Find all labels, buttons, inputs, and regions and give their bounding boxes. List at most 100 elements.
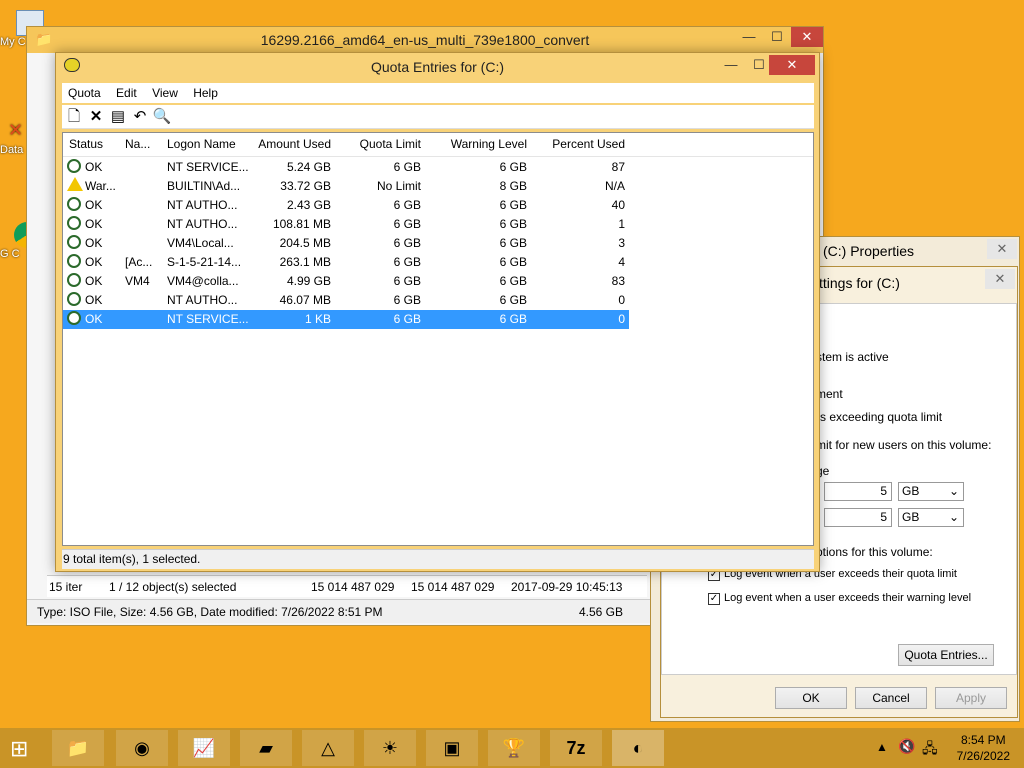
close-button[interactable]: ✕ bbox=[769, 55, 815, 75]
desktop-icon-label: Data bbox=[0, 144, 24, 156]
warning-level-cell: 6 GB bbox=[499, 217, 527, 231]
show-hidden-icons-icon[interactable]: ▲ bbox=[876, 740, 888, 754]
status-text: stem is active bbox=[816, 350, 889, 364]
management-text: ment bbox=[816, 387, 843, 401]
cancel-button[interactable]: Cancel bbox=[855, 687, 927, 709]
network-icon[interactable]: 🖧 bbox=[922, 738, 938, 762]
file-explorer-icon[interactable]: 📁 bbox=[52, 730, 104, 766]
status-cell: OK bbox=[85, 236, 103, 250]
warning-level-cell: 6 GB bbox=[499, 312, 527, 326]
chevron-down-icon: ⌄ bbox=[948, 510, 959, 524]
column-header-status[interactable]: Status bbox=[69, 137, 119, 151]
limit-value-input[interactable]: 5 bbox=[824, 482, 892, 501]
properties-close-button[interactable]: ✕ bbox=[987, 239, 1017, 259]
column-header-logon-name[interactable]: Logon Name bbox=[167, 137, 251, 151]
quota-taskbar-icon[interactable]: ◐ bbox=[612, 730, 664, 766]
default-limit-text: mit for new users on this volume: bbox=[816, 438, 992, 452]
quota-limit-cell: 6 GB bbox=[393, 274, 421, 288]
table-row[interactable]: OK NT AUTHO... 2.43 GB 6 GB 6 GB 40 bbox=[63, 196, 629, 215]
menu-help[interactable]: Help bbox=[187, 83, 224, 103]
clock[interactable]: 8:54 PM 7/26/2022 bbox=[957, 732, 1010, 764]
quota-limit-cell: 6 GB bbox=[393, 255, 421, 269]
delete-icon[interactable]: ✕ bbox=[86, 107, 106, 127]
chrome-taskbar-icon[interactable]: ◉ bbox=[116, 730, 168, 766]
vlc-icon[interactable]: △ bbox=[302, 730, 354, 766]
table-row[interactable]: OK VM4 VM4@colla... 4.99 GB 6 GB 6 GB 83 bbox=[63, 272, 629, 291]
maximize-button[interactable]: ☐ bbox=[763, 27, 791, 47]
ok-status-icon bbox=[67, 197, 81, 211]
ok-status-icon bbox=[67, 292, 81, 306]
table-row[interactable]: OK VM4\Local... 204.5 MB 6 GB 6 GB 3 bbox=[63, 234, 629, 253]
minimize-button[interactable]: — bbox=[717, 55, 745, 75]
column-header-name[interactable]: Na... bbox=[125, 137, 161, 151]
percent-used-cell: 87 bbox=[611, 160, 625, 174]
table-row[interactable]: OK [Ac... S-1-5-21-14... 263.1 MB 6 GB 6 GB 4 bbox=[63, 253, 629, 272]
quota-limit-cell: 6 GB bbox=[393, 293, 421, 307]
quota-entries-titlebar: Quota Entries for (C:) — ☐ ✕ bbox=[56, 53, 819, 79]
logon-name-cell: NT AUTHO... bbox=[167, 198, 238, 212]
percent-used-cell: 0 bbox=[618, 293, 625, 307]
deny-space-text: rs exceeding quota limit bbox=[816, 410, 943, 424]
table-row[interactable]: OK NT SERVICE... 1 KB 6 GB 6 GB 0 bbox=[63, 310, 629, 329]
quota-settings-close-button[interactable]: ✕ bbox=[985, 269, 1015, 289]
selected-file-row[interactable]: 15 iter 1 / 12 object(s) selected 15 014… bbox=[47, 575, 647, 597]
new-entry-icon[interactable]: 🗋 bbox=[64, 107, 84, 127]
column-header-quota-limit[interactable]: Quota Limit bbox=[335, 137, 421, 151]
desktop-icon-label: My C bbox=[0, 36, 26, 48]
logon-name-cell: NT AUTHO... bbox=[167, 217, 238, 231]
status-cell: OK bbox=[85, 217, 103, 231]
log-warning-checkbox[interactable]: ✓ Log event when a user exceeds their war… bbox=[708, 592, 971, 605]
table-row[interactable]: OK NT SERVICE... 5.24 GB 6 GB 6 GB 87 bbox=[63, 158, 629, 177]
trophy-icon[interactable]: 🏆 bbox=[488, 730, 540, 766]
amount-used-cell: 204.5 MB bbox=[279, 236, 331, 250]
properties-icon[interactable]: ▤ bbox=[108, 107, 128, 127]
quota-entries-button[interactable]: Quota Entries... bbox=[898, 644, 994, 666]
logon-name-cell: VM4\Local... bbox=[167, 236, 234, 250]
quota-entries-list[interactable]: Status Na... Logon Name Amount Used Quot… bbox=[62, 132, 814, 546]
file-manager-title: 16299.2166_amd64_en-us_multi_739e1800_co… bbox=[260, 32, 590, 48]
table-row[interactable]: War... BUILTIN\Ad... 33.72 GB No Limit 8 GB N… bbox=[63, 177, 629, 196]
ok-status-icon bbox=[67, 235, 81, 249]
windows-start-icon[interactable]: ⊞ bbox=[10, 736, 28, 762]
status-cell: OK bbox=[85, 274, 103, 288]
warning-level-cell: 6 GB bbox=[499, 160, 527, 174]
table-row[interactable]: OK NT AUTHO... 46.07 MB 6 GB 6 GB 0 bbox=[63, 291, 629, 310]
undo-icon[interactable]: ↶ bbox=[130, 107, 150, 127]
percent-used-cell: 3 bbox=[618, 236, 625, 250]
status-text: 9 total item(s), 1 selected. bbox=[63, 552, 201, 566]
menu-quota[interactable]: Quota bbox=[62, 83, 107, 103]
column-header-amount-used[interactable]: Amount Used bbox=[253, 137, 331, 151]
desktop-icon-label: G C bbox=[0, 248, 20, 260]
menu-view[interactable]: View bbox=[146, 83, 184, 103]
limit-unit-select[interactable]: GB ⌄ bbox=[898, 482, 964, 501]
size-value: 15 014 487 029 bbox=[311, 580, 395, 594]
close-button[interactable]: ✕ bbox=[791, 27, 823, 47]
drive-icon[interactable]: ▰ bbox=[240, 730, 292, 766]
column-header-percent-used[interactable]: Percent Used bbox=[533, 137, 625, 151]
table-row[interactable]: OK NT AUTHO... 108.81 MB 6 GB 6 GB 1 bbox=[63, 215, 629, 234]
quota-entries-window: Quota Entries for (C:) — ☐ ✕ Quota Edit … bbox=[55, 52, 820, 572]
quota-limit-cell: 6 GB bbox=[393, 160, 421, 174]
find-icon[interactable]: 🔍 bbox=[152, 107, 172, 127]
warning-unit-select[interactable]: GB ⌄ bbox=[898, 508, 964, 527]
warning-value-input[interactable]: 5 bbox=[824, 508, 892, 527]
seven-zip-icon[interactable]: 7z bbox=[550, 730, 602, 766]
ok-status-icon bbox=[67, 254, 81, 268]
weather-icon[interactable]: ☀ bbox=[364, 730, 416, 766]
warning-icon bbox=[67, 177, 83, 191]
apply-button[interactable]: Apply bbox=[935, 687, 1007, 709]
column-header-warning-level[interactable]: Warning Level bbox=[429, 137, 527, 151]
performance-icon[interactable]: 📈 bbox=[178, 730, 230, 766]
percent-used-cell: 1 bbox=[618, 217, 625, 231]
volume-muted-icon[interactable]: 🔇 bbox=[898, 738, 915, 755]
percent-used-cell: 40 bbox=[611, 198, 625, 212]
limit-unit-value: GB bbox=[902, 484, 920, 498]
minimize-button[interactable]: — bbox=[735, 27, 763, 47]
warning-level-cell: 6 GB bbox=[499, 274, 527, 288]
news-icon[interactable]: ▣ bbox=[426, 730, 478, 766]
quota-limit-cell: 6 GB bbox=[393, 312, 421, 326]
ok-button[interactable]: OK bbox=[775, 687, 847, 709]
log-warning-label: Log event when a user exceeds their warn… bbox=[724, 592, 972, 604]
status-cell: War... bbox=[85, 179, 116, 193]
menu-edit[interactable]: Edit bbox=[110, 83, 143, 103]
